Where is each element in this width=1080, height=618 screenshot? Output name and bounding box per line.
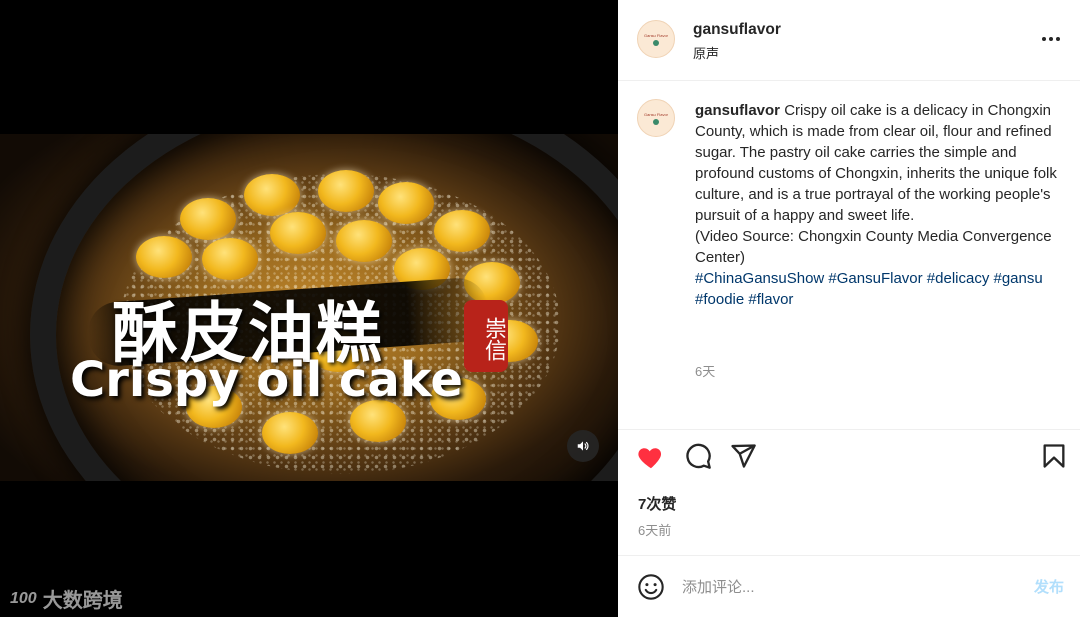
post-comment-button[interactable]: 发布 bbox=[1034, 576, 1064, 597]
watermark-logo: 100 bbox=[10, 589, 37, 607]
cake-image bbox=[136, 236, 192, 278]
avatar[interactable]: Gansu Flavor bbox=[637, 99, 675, 137]
like-button[interactable] bbox=[636, 442, 666, 472]
action-bar bbox=[618, 438, 1080, 482]
comment-icon bbox=[686, 443, 711, 469]
avatar-logo-text: Gansu Flavor bbox=[643, 111, 668, 117]
avatar-logo-text: Gansu Flavor bbox=[643, 32, 668, 38]
like-count[interactable]: 7次赞 bbox=[638, 493, 676, 514]
share-button[interactable] bbox=[729, 442, 759, 472]
cake-image bbox=[336, 220, 392, 262]
more-dots-icon bbox=[1049, 37, 1053, 41]
cake-image bbox=[270, 212, 326, 254]
cake-image bbox=[378, 182, 434, 224]
caption-text: Crispy oil cake is a delicacy in Chongxi… bbox=[695, 102, 1057, 266]
cake-image bbox=[434, 210, 490, 252]
cake-image bbox=[318, 170, 374, 212]
comment-bar: 发布 bbox=[618, 555, 1080, 618]
original-audio-link[interactable]: 原声 bbox=[693, 43, 719, 62]
audio-toggle-button[interactable] bbox=[567, 430, 599, 462]
comment-input[interactable] bbox=[682, 575, 1002, 599]
send-icon bbox=[731, 444, 756, 468]
cake-image bbox=[262, 412, 318, 454]
avatar-logo-mark bbox=[653, 39, 659, 46]
post-date: 6天前 bbox=[638, 523, 672, 538]
comment-button[interactable] bbox=[684, 442, 714, 472]
cake-image bbox=[202, 238, 258, 280]
emoji-icon bbox=[638, 574, 664, 600]
more-dots-icon bbox=[1056, 37, 1060, 41]
video-title-english: Crispy oil cake bbox=[70, 352, 463, 408]
header-username-link[interactable]: gansuflavor bbox=[693, 21, 781, 39]
watermark: 100 大数跨境 bbox=[10, 584, 123, 613]
more-dots-icon bbox=[1042, 37, 1046, 41]
post-caption: gansuflavor Crispy oil cake is a delicac… bbox=[695, 100, 1065, 310]
caption-username-link[interactable]: gansuflavor bbox=[695, 102, 780, 119]
cake-image bbox=[244, 174, 300, 216]
bookmark-icon bbox=[1043, 444, 1065, 468]
more-options-button[interactable] bbox=[1042, 30, 1064, 48]
speaker-icon bbox=[577, 441, 589, 451]
avatar-logo-mark bbox=[653, 118, 659, 125]
video-player[interactable]: 酥皮油糕 崇信 Crispy oil cake bbox=[0, 134, 618, 481]
caption-section: Gansu Flavor gansuflavor Crispy oil cake… bbox=[618, 81, 1080, 430]
caption-timestamp[interactable]: 6天 bbox=[695, 361, 715, 380]
red-seal-stamp: 崇信 bbox=[464, 300, 508, 372]
post-details-panel: Gansu Flavor gansuflavor 原声 Gansu Flavor… bbox=[618, 0, 1080, 617]
save-button[interactable] bbox=[1040, 442, 1070, 472]
post-media[interactable]: 酥皮油糕 崇信 Crispy oil cake 100 大数跨境 bbox=[0, 0, 618, 617]
hashtags-link[interactable]: #ChinaGansuShow #GansuFlavor #delicacy #… bbox=[695, 268, 1065, 310]
emoji-button[interactable] bbox=[637, 573, 665, 601]
cake-image bbox=[180, 198, 236, 240]
post-header: Gansu Flavor gansuflavor 原声 bbox=[618, 0, 1080, 81]
avatar[interactable]: Gansu Flavor bbox=[637, 20, 675, 58]
watermark-text: 大数跨境 bbox=[42, 590, 123, 612]
heart-filled-icon bbox=[638, 448, 662, 469]
